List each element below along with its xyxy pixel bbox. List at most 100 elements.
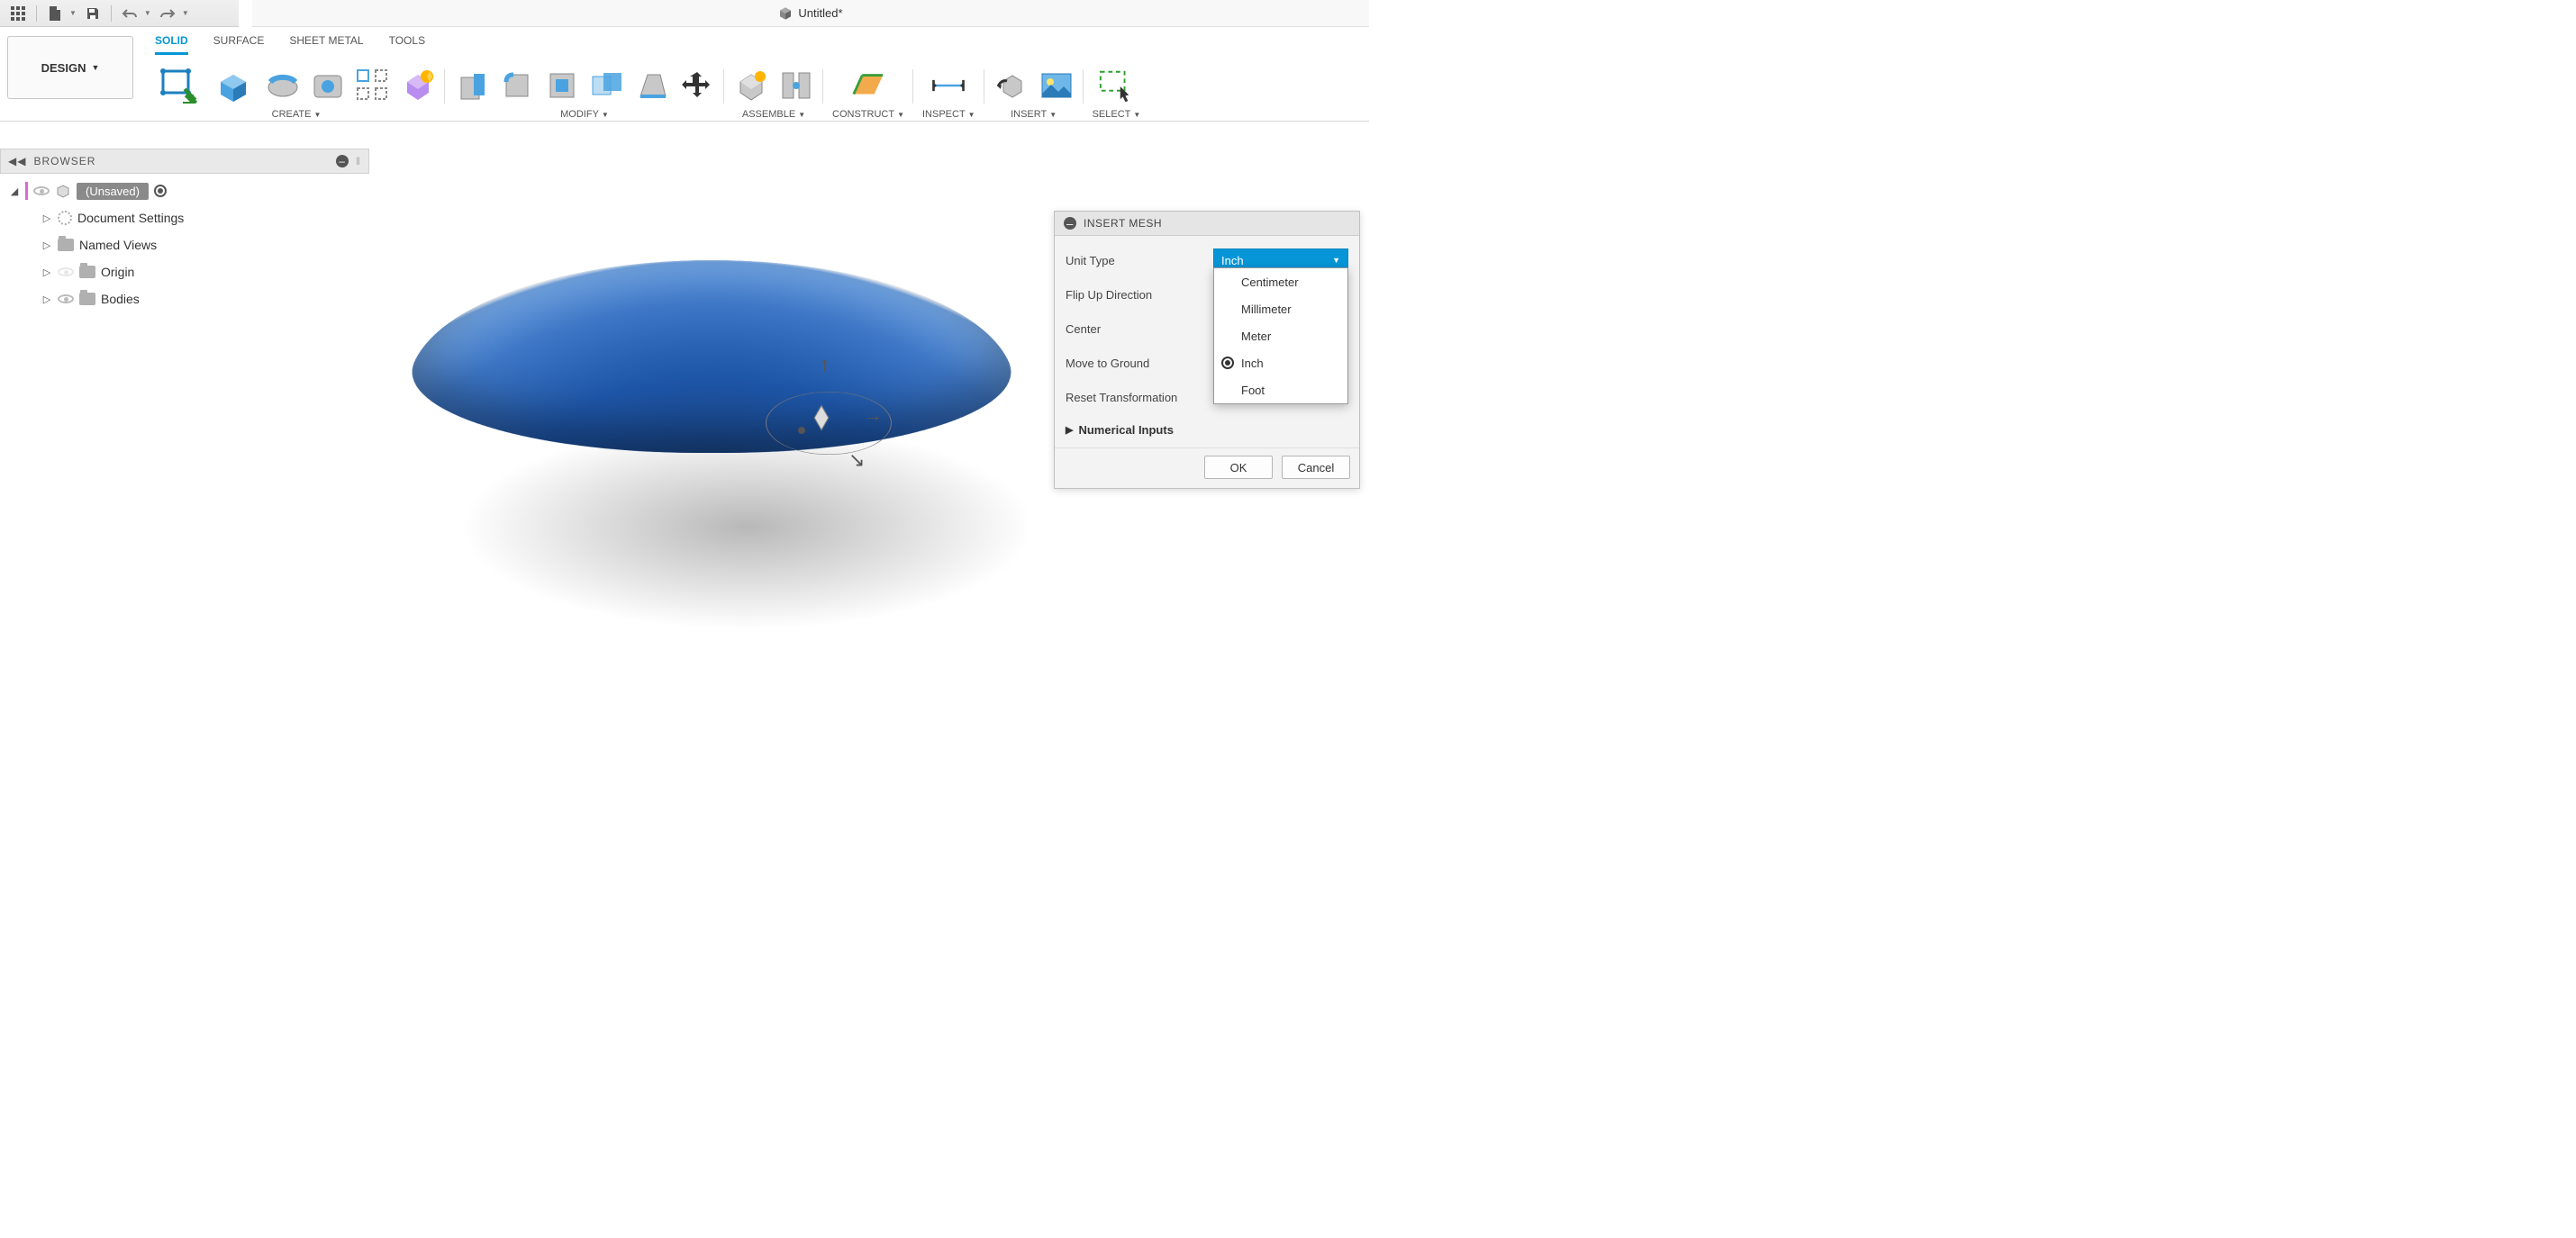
unit-option-centimeter[interactable]: Centimeter [1214,268,1347,295]
folder-icon [79,293,95,305]
group-construct-label[interactable]: CONSTRUCT▼ [832,109,904,120]
shell-button[interactable] [544,68,580,104]
fillet-button[interactable] [499,68,535,104]
collapse-dialog-icon[interactable]: – [1064,217,1076,230]
visibility-eye-icon[interactable] [58,294,74,303]
move-copy-button[interactable] [679,68,715,104]
section-label: Numerical Inputs [1078,423,1173,437]
rectangular-pattern-button[interactable] [355,68,391,104]
chevron-down-icon: ▼ [91,63,99,72]
gizmo-origin-icon[interactable] [798,427,805,434]
group-modify-label[interactable]: MODIFY▼ [560,109,609,120]
panel-grip-icon[interactable]: ‖ [356,155,361,167]
insert-decal-button[interactable] [1039,68,1075,104]
group-create-label[interactable]: CREATE▼ [272,109,322,120]
cancel-button[interactable]: Cancel [1282,456,1350,479]
select-button[interactable] [1098,68,1134,104]
data-panel-button[interactable] [5,3,31,24]
redo-button[interactable] [155,3,180,24]
create-form-button[interactable] [400,68,436,104]
mesh-preview[interactable]: ↑ → ↘ [423,189,1036,576]
hole-button[interactable] [310,68,346,104]
tab-tools[interactable]: TOOLS [389,34,425,55]
folder-icon [58,239,74,251]
insert-derive-button[interactable] [993,68,1029,104]
browser-panel: ◀◀ BROWSER – ‖ ◢ (Unsaved) ▷ Document Se… [0,149,369,316]
tree-item-named-views[interactable]: ▷ Named Views [5,231,364,258]
group-modify: MODIFY▼ [445,64,724,120]
group-insert-label[interactable]: INSERT▼ [1011,109,1057,120]
twisty-closed-icon[interactable]: ▷ [41,212,52,224]
revolve-button[interactable] [265,68,301,104]
twisty-closed-icon[interactable]: ▷ [41,239,52,251]
tree-item-label: Document Settings [77,211,184,225]
group-assemble-label[interactable]: ASSEMBLE▼ [742,109,805,120]
tab-solid[interactable]: SOLID [155,34,188,55]
gizmo-arrow-right-icon[interactable]: → [863,403,883,427]
tree-root[interactable]: ◢ (Unsaved) [5,177,364,204]
browser-title: BROWSER [33,155,95,167]
mesh-body[interactable] [373,260,1050,453]
ribbon: DESIGN ▼ SOLID SURFACE SHEET METAL TOOLS [0,27,1369,122]
active-component-bar-icon [25,182,28,200]
group-inspect-label[interactable]: INSPECT▼ [922,109,975,120]
collapse-panel-icon[interactable]: ◀◀ [8,155,26,167]
redo-chevron-icon[interactable]: ▼ [182,9,189,17]
visibility-eye-icon[interactable] [58,267,74,276]
group-insert: INSERT▼ [984,64,1084,120]
unit-option-inch[interactable]: Inch [1214,349,1347,376]
joint-button[interactable] [778,68,814,104]
gizmo-arrow-diag-icon[interactable]: ↘ [848,448,865,472]
tree-item-origin[interactable]: ▷ Origin [5,258,364,285]
twisty-closed-icon[interactable]: ▷ [41,294,52,305]
undo-button[interactable] [117,3,142,24]
gear-icon [58,211,72,225]
tree-item-label: Bodies [101,292,140,306]
file-menu-chevron-icon[interactable]: ▼ [69,9,77,17]
select-value: Inch [1221,254,1244,267]
tab-sheet-metal[interactable]: SHEET METAL [289,34,363,55]
group-inspect: INSPECT▼ [913,64,984,120]
title-bar: Untitled* [252,0,1369,27]
tab-surface[interactable]: SURFACE [213,34,265,55]
tree-item-bodies[interactable]: ▷ Bodies [5,285,364,312]
twisty-open-icon[interactable]: ◢ [9,185,20,197]
draft-button[interactable] [634,68,670,104]
unit-type-dropdown: Centimeter Millimeter Meter Inch Foot [1213,267,1348,404]
browser-tree: ◢ (Unsaved) ▷ Document Settings ▷ Named … [0,174,369,316]
new-sketch-button[interactable] [157,64,202,107]
tree-item-document-settings[interactable]: ▷ Document Settings [5,204,364,231]
twisty-closed-icon[interactable]: ▷ [41,267,52,278]
browser-header[interactable]: ◀◀ BROWSER – ‖ [0,149,369,174]
field-label: Unit Type [1066,254,1213,267]
file-menu-button[interactable] [42,3,68,24]
unit-option-millimeter[interactable]: Millimeter [1214,295,1347,322]
document-title: Untitled* [798,6,842,20]
workspace-switcher[interactable]: DESIGN ▼ [7,36,133,99]
group-select-label[interactable]: SELECT▼ [1093,109,1141,120]
move-gizmo[interactable]: ↑ → ↘ [766,360,892,486]
visibility-eye-icon[interactable] [33,186,50,195]
extrude-button[interactable] [211,64,256,107]
new-component-button[interactable] [733,68,769,104]
component-cube-icon [55,183,71,199]
numerical-inputs-section[interactable]: ▶ Numerical Inputs [1066,414,1348,444]
minimize-circle-icon[interactable]: – [336,155,349,167]
press-pull-button[interactable] [454,68,490,104]
unit-option-foot[interactable]: Foot [1214,376,1347,403]
dialog-header[interactable]: – INSERT MESH [1055,212,1359,236]
radio-selected-icon [1221,357,1234,369]
environment-tabs: SOLID SURFACE SHEET METAL TOOLS [148,27,1149,57]
gizmo-arrow-up-icon[interactable]: ↑ [820,353,830,376]
mesh-shadow [459,423,1036,630]
offset-plane-button[interactable] [850,68,886,104]
measure-button[interactable] [930,68,966,104]
group-create: CREATE▼ [148,64,445,120]
folder-icon [79,266,95,278]
activate-component-icon[interactable] [154,185,167,197]
ok-button[interactable]: OK [1204,456,1273,479]
save-button[interactable] [80,3,105,24]
unit-option-meter[interactable]: Meter [1214,322,1347,349]
undo-chevron-icon[interactable]: ▼ [144,9,151,17]
combine-button[interactable] [589,68,625,104]
